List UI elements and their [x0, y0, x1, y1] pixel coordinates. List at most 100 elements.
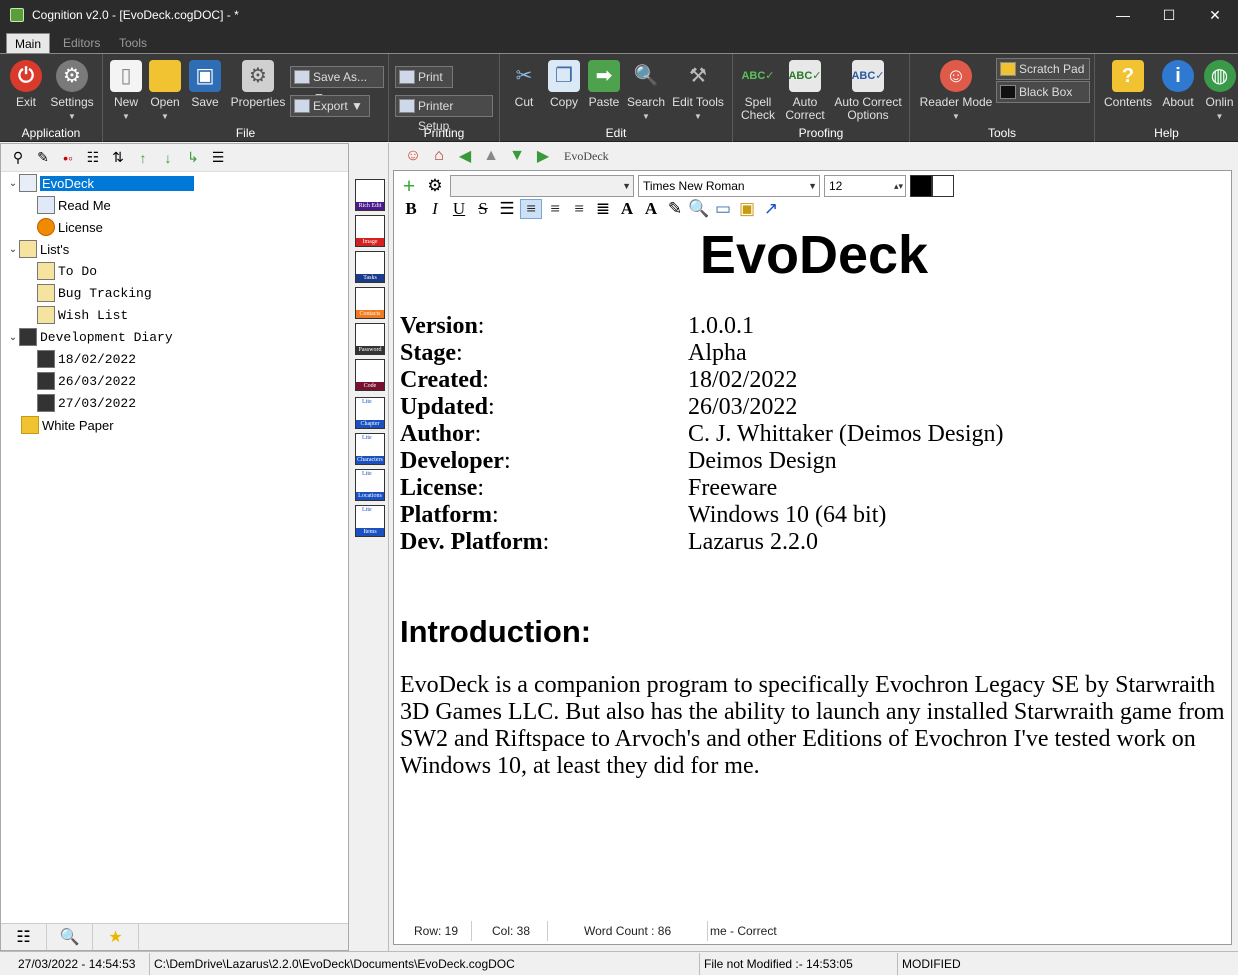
tab-tools[interactable]: Tools	[111, 33, 155, 53]
tree-node-read-me[interactable]: Read Me	[37, 194, 111, 216]
add-icon[interactable]: +	[398, 173, 420, 198]
font-color-swatch[interactable]	[910, 175, 932, 197]
insert-object-icon[interactable]: ▣	[736, 199, 758, 219]
tree-node-todo[interactable]: To Do	[37, 260, 97, 282]
tree-node-white-paper[interactable]: White Paper	[21, 414, 114, 436]
save-button[interactable]: ▣ Save	[188, 58, 222, 109]
properties-button[interactable]: ⚙ Properties	[227, 58, 289, 109]
tree-node-dev-diary[interactable]: ⌄ Development Diary	[7, 326, 173, 348]
bold-icon[interactable]: B	[400, 199, 422, 219]
settings-button[interactable]: ⚙ Settings ▼	[48, 58, 96, 123]
tree-node-wish-list[interactable]: Wish List	[37, 304, 128, 326]
collapse-icon[interactable]: ⌄	[7, 178, 19, 189]
bullet-list-icon[interactable]: ☰	[496, 199, 518, 219]
template-contacts[interactable]: Contacts	[355, 287, 385, 319]
align-left-icon[interactable]: ≡	[520, 199, 542, 219]
tree-node-diary-entry[interactable]: 26/03/2022	[37, 370, 136, 392]
print-button[interactable]: Print	[395, 66, 453, 88]
settings-icon[interactable]: ⚙	[424, 176, 446, 196]
forward-arrow-icon[interactable]: ▶	[532, 146, 554, 166]
down-arrow-icon[interactable]: ▼	[506, 146, 528, 166]
copy-button[interactable]: ❐ Copy	[546, 58, 582, 109]
export-button[interactable]: Export ▼	[290, 95, 370, 117]
sort-node-icon[interactable]: ⇅	[107, 148, 129, 168]
exit-button[interactable]: ⏻ Exit	[8, 58, 44, 109]
minimize-button[interactable]: —	[1100, 0, 1146, 30]
about-button[interactable]: i About	[1157, 58, 1199, 109]
maximize-button[interactable]: ☐	[1146, 0, 1192, 30]
black-box-button[interactable]: Black Box	[996, 81, 1090, 103]
close-button[interactable]: ✕	[1192, 0, 1238, 30]
tree-node-diary-entry[interactable]: 18/02/2022	[37, 348, 136, 370]
tree-tab-icon[interactable]: ☷	[1, 924, 47, 950]
collapse-icon[interactable]: ⌄	[7, 244, 19, 255]
scratch-pad-button[interactable]: Scratch Pad	[996, 58, 1090, 80]
background-color-swatch[interactable]	[932, 175, 954, 197]
zoom-icon[interactable]: 🔍	[688, 199, 710, 219]
spell-check-button[interactable]: ABC✓ Spell Check	[739, 58, 777, 122]
tab-main[interactable]: Main	[6, 33, 51, 53]
edit-tools-button[interactable]: ⚒ Edit Tools ▼	[670, 58, 726, 123]
search-tab-icon[interactable]: 🔍	[47, 924, 93, 950]
stepper-icon[interactable]: ▴▾	[894, 176, 903, 196]
back-arrow-icon[interactable]: ◀	[454, 146, 476, 166]
paste-button[interactable]: ➡ Paste	[586, 58, 622, 109]
collapse-icon[interactable]: ⌄	[7, 332, 19, 343]
printer-setup-button[interactable]: Printer Setup	[395, 95, 493, 133]
indent-icon[interactable]: ↳	[182, 148, 204, 168]
up-arrow-icon[interactable]: ▲	[480, 146, 502, 166]
template-chapter[interactable]: Chapter Lite	[355, 397, 385, 429]
tree-node-lists[interactable]: ⌄ List's	[7, 238, 69, 260]
star-tab-icon[interactable]: ★	[93, 924, 139, 950]
home-icon[interactable]: ⌂	[428, 146, 450, 166]
reader-icon[interactable]: ☺	[402, 146, 424, 166]
italic-icon[interactable]: I	[424, 199, 446, 219]
document-content[interactable]: EvoDeck Version: 1.0.0.1 Stage: Alpha Create…	[400, 221, 1228, 780]
link-node-icon[interactable]: •◦	[57, 148, 79, 168]
auto-correct-button[interactable]: ABC✓ Auto Correct	[783, 58, 827, 122]
save-as-button[interactable]: Save As... ▼	[290, 66, 384, 104]
folder-icon	[149, 60, 181, 92]
tree-node-evodeck[interactable]: ⌄ EvoDeck	[7, 172, 195, 194]
template-image[interactable]: Image	[355, 215, 385, 247]
cut-button[interactable]: ✂ Cut	[508, 58, 540, 109]
contents-button[interactable]: ? Contents	[1101, 58, 1155, 109]
expand-node-icon[interactable]: ☷	[82, 148, 104, 168]
template-locations[interactable]: Locations Lite	[355, 469, 385, 501]
strikethrough-icon[interactable]: S	[472, 199, 494, 219]
align-center-icon[interactable]: ≡	[544, 199, 566, 219]
style-select[interactable]: ▼	[450, 175, 634, 197]
font-select[interactable]: Times New Roman ▼	[638, 175, 820, 197]
edit-node-icon[interactable]: ✎	[32, 148, 54, 168]
template-code[interactable]: Code	[355, 359, 385, 391]
justify-icon[interactable]: ≣	[592, 199, 614, 219]
move-up-icon[interactable]: ↑	[132, 148, 154, 168]
align-right-icon[interactable]: ≡	[568, 199, 590, 219]
tree-view-icon[interactable]: ☰	[207, 148, 229, 168]
template-password[interactable]: Password	[355, 323, 385, 355]
auto-correct-options-button[interactable]: ABC✓ Auto Correct Options	[831, 58, 905, 122]
open-button[interactable]: Open ▼	[147, 58, 183, 123]
search-button[interactable]: 🔍 Search ▼	[626, 58, 666, 123]
new-button[interactable]: ▯ New ▼	[109, 58, 143, 123]
reader-mode-button[interactable]: ☺ Reader Mode ▼	[916, 58, 996, 123]
font-size-stepper[interactable]: 12 ▴▾	[824, 175, 906, 197]
add-node-icon[interactable]: ⚲	[7, 148, 29, 168]
tree-node-license[interactable]: License	[37, 216, 103, 238]
template-items[interactable]: Items Lite	[355, 505, 385, 537]
grow-font-icon[interactable]: A	[616, 199, 638, 219]
template-rich-edit[interactable]: Rich Edit	[355, 179, 385, 211]
tab-editors[interactable]: Editors	[55, 33, 108, 53]
insert-image-icon[interactable]: ▭	[712, 199, 734, 219]
power-icon: ⏻	[10, 60, 42, 92]
shrink-font-icon[interactable]: A	[640, 199, 662, 219]
online-button[interactable]: ◍ Onlin ▼	[1201, 58, 1238, 123]
external-link-icon[interactable]: ↗	[760, 199, 782, 219]
template-characters[interactable]: Characters Lite	[355, 433, 385, 465]
tree-node-bug-tracking[interactable]: Bug Tracking	[37, 282, 152, 304]
highlight-icon[interactable]: ✎	[664, 199, 686, 219]
template-tasks[interactable]: Tasks	[355, 251, 385, 283]
move-down-icon[interactable]: ↓	[157, 148, 179, 168]
tree-node-diary-entry[interactable]: 27/03/2022	[37, 392, 136, 414]
underline-icon[interactable]: U	[448, 199, 470, 219]
